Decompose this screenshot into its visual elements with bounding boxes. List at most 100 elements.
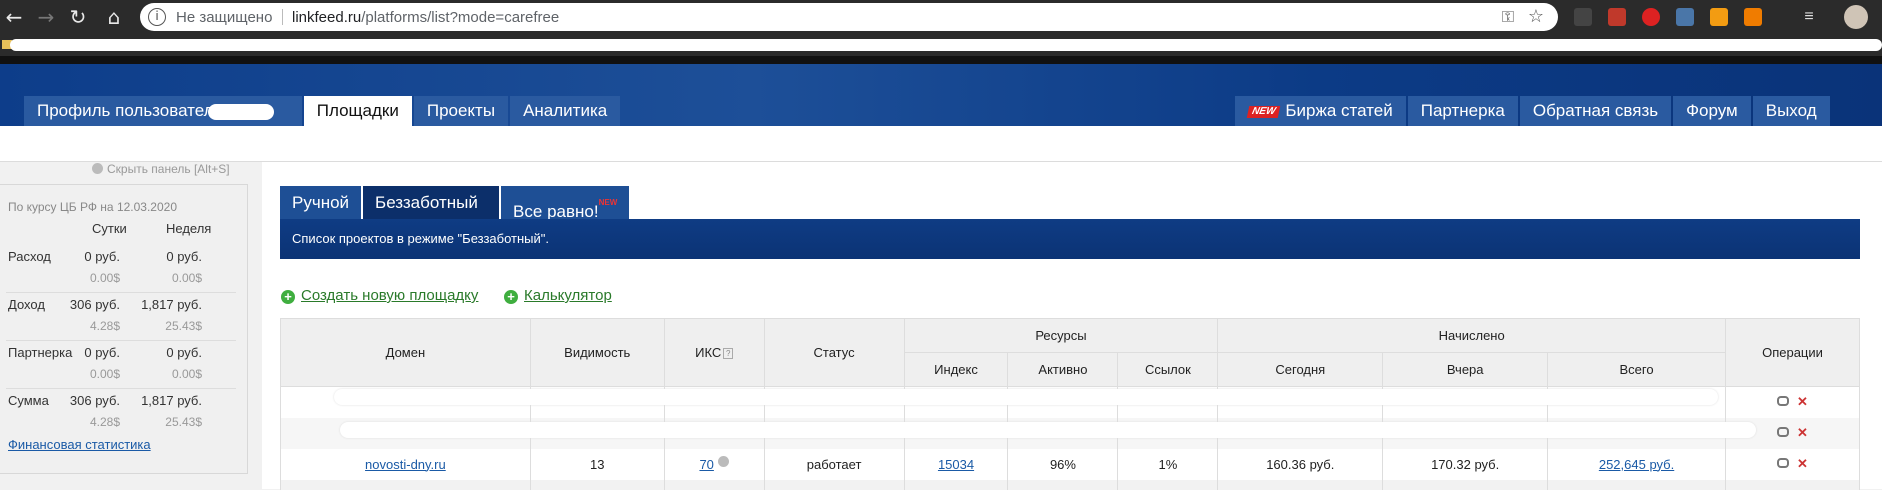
col-links[interactable]: Ссылок [1117,352,1219,387]
info-icon[interactable]: i [148,8,166,26]
plus-icon: + [281,290,295,304]
delete-icon[interactable]: ✕ [1797,425,1808,440]
url-text[interactable]: linkfeed.ru/platforms/list?mode=carefree [292,9,559,26]
nav-profile-label: Профиль пользователя [37,101,223,120]
nav-feedback[interactable]: Обратная связь [1519,96,1672,126]
forward-icon[interactable]: → [34,5,58,29]
nav-analytics[interactable]: Аналитика [510,96,621,126]
cell [903,479,1009,490]
partner-week-usd: 0.00$ [171,367,202,381]
col-status[interactable]: Статус [763,318,905,387]
help-icon[interactable]: ? [723,348,734,359]
col-visibility[interactable]: Видимость [529,318,665,387]
col-active[interactable]: Активно [1007,352,1119,387]
abp-icon[interactable] [1642,8,1660,26]
plus-icon: + [504,290,518,304]
nav-platforms[interactable]: Площадки [303,96,412,126]
total-week-usd: 25.43$ [165,415,202,429]
star-icon[interactable]: ☆ [1528,6,1544,27]
col-week-header: Неделя [166,221,212,236]
financial-stats-link[interactable]: Финансовая статистика [8,437,151,452]
iks-cell: 70 [663,448,765,480]
index-cell: 15034 [903,448,1009,480]
tab-carefree[interactable]: Беззаботный [363,186,500,219]
nav-logout[interactable]: Выход [1752,96,1830,126]
expense-week: 0 руб. [166,249,202,264]
reading-list-icon[interactable]: ≡ [1800,8,1818,26]
bookmarks-bar [0,34,1882,56]
edit-icon[interactable] [1777,396,1790,407]
col-group-resources: Ресурсы [903,318,1219,353]
col-index[interactable]: Индекс [903,352,1009,387]
cell [1007,479,1119,490]
calculator-label: Калькулятор [524,287,612,304]
profile-avatar[interactable] [1844,5,1868,29]
delete-icon[interactable]: ✕ [1797,394,1808,409]
yandex-icon[interactable] [1608,8,1626,26]
income-week: 1,817 руб. [141,297,202,312]
url-path: /platforms/list?mode=carefree [361,9,560,26]
iks-link[interactable]: 70 [699,457,713,472]
delete-icon[interactable]: ✕ [1797,456,1808,471]
cell [1117,479,1219,490]
nav-articles[interactable]: NEW Биржа статей [1235,96,1406,126]
rss-icon[interactable] [1710,8,1728,26]
expense-day: 0 руб. [84,249,120,264]
address-bar[interactable]: i Не защищено linkfeed.ru/platforms/list… [140,3,1558,31]
total-week: 1,817 руб. [141,393,202,408]
expense-week-usd: 0.00$ [171,271,202,285]
calculator-link[interactable]: + Калькулятор [504,287,612,304]
odnoklassniki-icon[interactable] [1744,8,1762,26]
nav-projects[interactable]: Проекты [413,96,509,126]
tab-whatever[interactable]: Все равно!NEW [501,186,630,221]
iks-badge-icon [717,456,729,467]
create-platform-label: Создать новую площадку [301,287,479,304]
col-domain[interactable]: Домен [280,318,531,387]
hide-panel-label: Скрыть панель [Alt+S] [107,162,230,176]
nav-forum[interactable]: Форум [1673,96,1751,126]
mode-tabs: Ручной Беззаботный Все равно!NEW [280,186,631,221]
sidebar-divider [6,340,236,341]
extension-icon[interactable] [1574,8,1592,26]
status-cell: работает [763,448,905,480]
create-platform-link[interactable]: + Создать новую площадку [281,287,478,304]
today-cell: 160.36 руб. [1217,448,1384,480]
col-today[interactable]: Сегодня [1217,352,1384,387]
partner-week: 0 руб. [166,345,202,360]
domain-cell: novosti-dny.ru [280,448,531,480]
mode-banner: Список проектов в режиме "Беззаботный". [280,219,1860,259]
row-redaction [334,389,1718,405]
income-day: 306 руб. [69,297,120,312]
col-total[interactable]: Всего [1547,352,1726,387]
vk-icon[interactable] [1676,8,1694,26]
key-icon[interactable]: ⚿ [1502,7,1514,27]
browser-toolbar: ← → ↻ ⌂ i Не защищено linkfeed.ru/platfo… [0,0,1882,34]
reload-icon[interactable]: ↻ [66,5,90,29]
table-row: novosti-dny.ru 13 70 работает 15034 96% … [280,448,1861,480]
tab-manual[interactable]: Ручной [280,186,362,219]
domain-link[interactable]: novosti-dny.ru [365,457,446,472]
visibility-cell: 13 [529,448,665,480]
edit-icon[interactable] [1777,427,1790,437]
index-link[interactable]: 15034 [938,457,974,472]
cell [529,479,665,490]
expense-day-usd: 0.00$ [89,271,120,285]
col-yesterday[interactable]: Вчера [1382,352,1549,387]
operations-cell: ✕ [1724,448,1861,480]
links-cell: 1% [1117,448,1219,480]
yesterday-cell: 170.32 руб. [1382,448,1549,480]
nav-partner[interactable]: Партнерка [1407,96,1518,126]
hide-panel-toggle[interactable]: Скрыть панель [Alt+S] [92,162,230,176]
address-separator [282,9,283,25]
cell [1547,479,1726,490]
tab-new-badge: NEW [598,198,618,207]
total-link[interactable]: 252,645 руб. [1599,457,1674,472]
col-group-accrued: Начислено [1217,318,1726,353]
col-iks[interactable]: ИКС? [663,318,765,387]
sub-bar [0,126,1882,162]
total-day: 306 руб. [69,393,120,408]
edit-icon[interactable] [1777,458,1790,468]
back-icon[interactable]: ← [2,5,26,29]
home-icon[interactable]: ⌂ [102,5,126,29]
rate-date: По курсу ЦБ РФ на 12.03.2020 [8,200,177,214]
